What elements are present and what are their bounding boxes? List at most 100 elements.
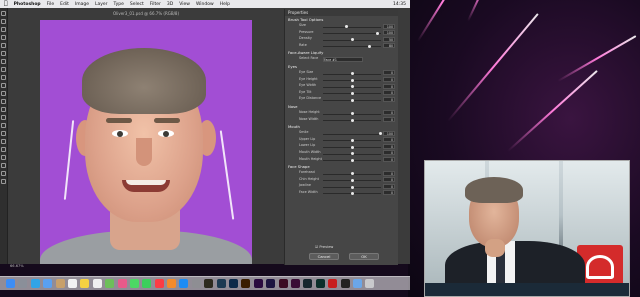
slider-value-field[interactable]: 0 xyxy=(383,150,395,156)
menu-edit[interactable]: Edit xyxy=(60,2,69,7)
slider-knob[interactable] xyxy=(351,92,354,96)
downloads-icon[interactable] xyxy=(352,279,362,288)
slider-knob[interactable] xyxy=(351,38,354,42)
aftereffects-icon[interactable] xyxy=(266,279,276,288)
tool-icon[interactable] xyxy=(1,163,6,168)
launchpad-icon[interactable] xyxy=(18,279,28,288)
slider-knob[interactable] xyxy=(379,132,382,136)
preview-checkbox[interactable]: ☑ Preview xyxy=(315,245,333,249)
trash-icon[interactable] xyxy=(365,279,375,288)
slider-knob[interactable] xyxy=(351,145,354,149)
music-icon[interactable] xyxy=(154,279,164,288)
tool-icon[interactable] xyxy=(1,115,6,120)
slider-value-field[interactable]: 0 xyxy=(383,70,395,76)
tool-icon[interactable] xyxy=(1,171,6,176)
dimension-icon[interactable] xyxy=(303,279,313,288)
appstore-icon[interactable] xyxy=(179,279,189,288)
slider-knob[interactable] xyxy=(351,85,354,89)
slider-track[interactable] xyxy=(323,46,381,48)
ok-button[interactable]: OK xyxy=(349,253,379,260)
menu-view[interactable]: View xyxy=(179,2,190,7)
tool-icon[interactable] xyxy=(1,83,6,88)
section-heading[interactable]: Face-Aware Liquify xyxy=(285,49,398,56)
books-icon[interactable] xyxy=(167,279,177,288)
cancel-button[interactable]: Cancel xyxy=(309,253,339,260)
slider-value-field[interactable]: 0 xyxy=(383,137,395,143)
section-heading[interactable]: Eyes xyxy=(285,63,398,70)
xd-icon[interactable] xyxy=(290,279,300,288)
tool-icon[interactable] xyxy=(1,131,6,136)
acrobat-icon[interactable] xyxy=(328,279,338,288)
tool-icon[interactable] xyxy=(1,11,6,16)
section-heading[interactable]: Nose xyxy=(285,103,398,110)
slider-value-field[interactable]: 0 xyxy=(383,170,395,176)
settings-icon[interactable] xyxy=(191,279,201,288)
slider-knob[interactable] xyxy=(351,112,354,116)
tool-icon[interactable] xyxy=(1,147,6,152)
messages-icon[interactable] xyxy=(129,279,139,288)
section-heading[interactable]: Face Shape xyxy=(285,163,398,170)
menu-clock[interactable]: 14:35 xyxy=(393,2,406,7)
menu-type[interactable]: Type xyxy=(114,2,124,7)
slider-value-field[interactable]: 0 xyxy=(383,117,395,123)
safari-icon[interactable] xyxy=(30,279,40,288)
contacts-icon[interactable] xyxy=(55,279,65,288)
photos-icon[interactable] xyxy=(117,279,127,288)
tool-icon[interactable] xyxy=(1,91,6,96)
face-aware-handle[interactable] xyxy=(63,120,75,200)
tool-icon[interactable] xyxy=(1,51,6,56)
menu-3d[interactable]: 3D xyxy=(167,2,173,7)
slider-value-field[interactable]: 0 xyxy=(383,143,395,149)
slider-value-field[interactable]: Face #1 xyxy=(323,56,363,62)
slider-knob[interactable] xyxy=(351,185,354,189)
reminders-icon[interactable] xyxy=(92,279,102,288)
mail-icon[interactable] xyxy=(43,279,53,288)
document-canvas[interactable] xyxy=(40,20,252,264)
slider-knob[interactable] xyxy=(345,25,349,29)
slider-knob[interactable] xyxy=(351,172,354,176)
menu-photoshop[interactable]: Photoshop xyxy=(14,2,41,7)
slider-value-field[interactable]: 0 xyxy=(383,177,395,183)
slider-value-field[interactable]: 80 xyxy=(383,43,395,49)
slider-value-field[interactable]: 50 xyxy=(383,36,395,42)
illustrator-icon[interactable] xyxy=(241,279,251,288)
slider-track[interactable] xyxy=(323,26,381,28)
slider-knob[interactable] xyxy=(351,152,354,156)
slider-knob[interactable] xyxy=(376,31,380,35)
menu-image[interactable]: Image xyxy=(75,2,89,7)
facetime-icon[interactable] xyxy=(142,279,152,288)
tool-icon[interactable] xyxy=(1,67,6,72)
tool-icon[interactable] xyxy=(1,59,6,64)
section-heading[interactable]: Brush Tool Options xyxy=(285,16,398,23)
menu-select[interactable]: Select xyxy=(130,2,144,7)
tool-icon[interactable] xyxy=(1,27,6,32)
menu-layer[interactable]: Layer xyxy=(95,2,108,7)
slider-value-field[interactable]: 100 xyxy=(383,23,395,29)
face-aware-handle[interactable] xyxy=(219,130,235,220)
maps-icon[interactable] xyxy=(105,279,115,288)
slider-track[interactable] xyxy=(323,133,381,135)
menu-filter[interactable]: Filter xyxy=(150,2,161,7)
menu-help[interactable]: Help xyxy=(220,2,230,7)
terminal-icon[interactable] xyxy=(340,279,350,288)
slider-value-field[interactable]: 0 xyxy=(383,190,395,196)
slider-value-field[interactable]: 100 xyxy=(383,30,395,36)
slider-track[interactable] xyxy=(323,33,381,35)
slider-knob[interactable] xyxy=(351,118,354,122)
finder-icon[interactable] xyxy=(6,279,15,288)
tool-icon[interactable] xyxy=(1,35,6,40)
slider-value-field[interactable]: 0 xyxy=(383,90,395,96)
slider-value-field[interactable]: 0 xyxy=(383,110,395,116)
slider-value-field[interactable]: 0 xyxy=(383,77,395,83)
slider-knob[interactable] xyxy=(367,45,371,49)
audition-icon[interactable] xyxy=(315,279,325,288)
apple-icon[interactable]:  xyxy=(4,1,8,7)
slider-value-field[interactable]: 0 xyxy=(383,96,395,102)
slider-knob[interactable] xyxy=(351,98,354,102)
tool-icon[interactable] xyxy=(1,123,6,128)
bridge-icon[interactable] xyxy=(204,279,214,288)
slider-knob[interactable] xyxy=(351,158,354,162)
slider-value-field[interactable]: 0 xyxy=(383,157,395,162)
premiere-icon[interactable] xyxy=(253,279,263,288)
photoshop-icon[interactable] xyxy=(229,279,239,288)
